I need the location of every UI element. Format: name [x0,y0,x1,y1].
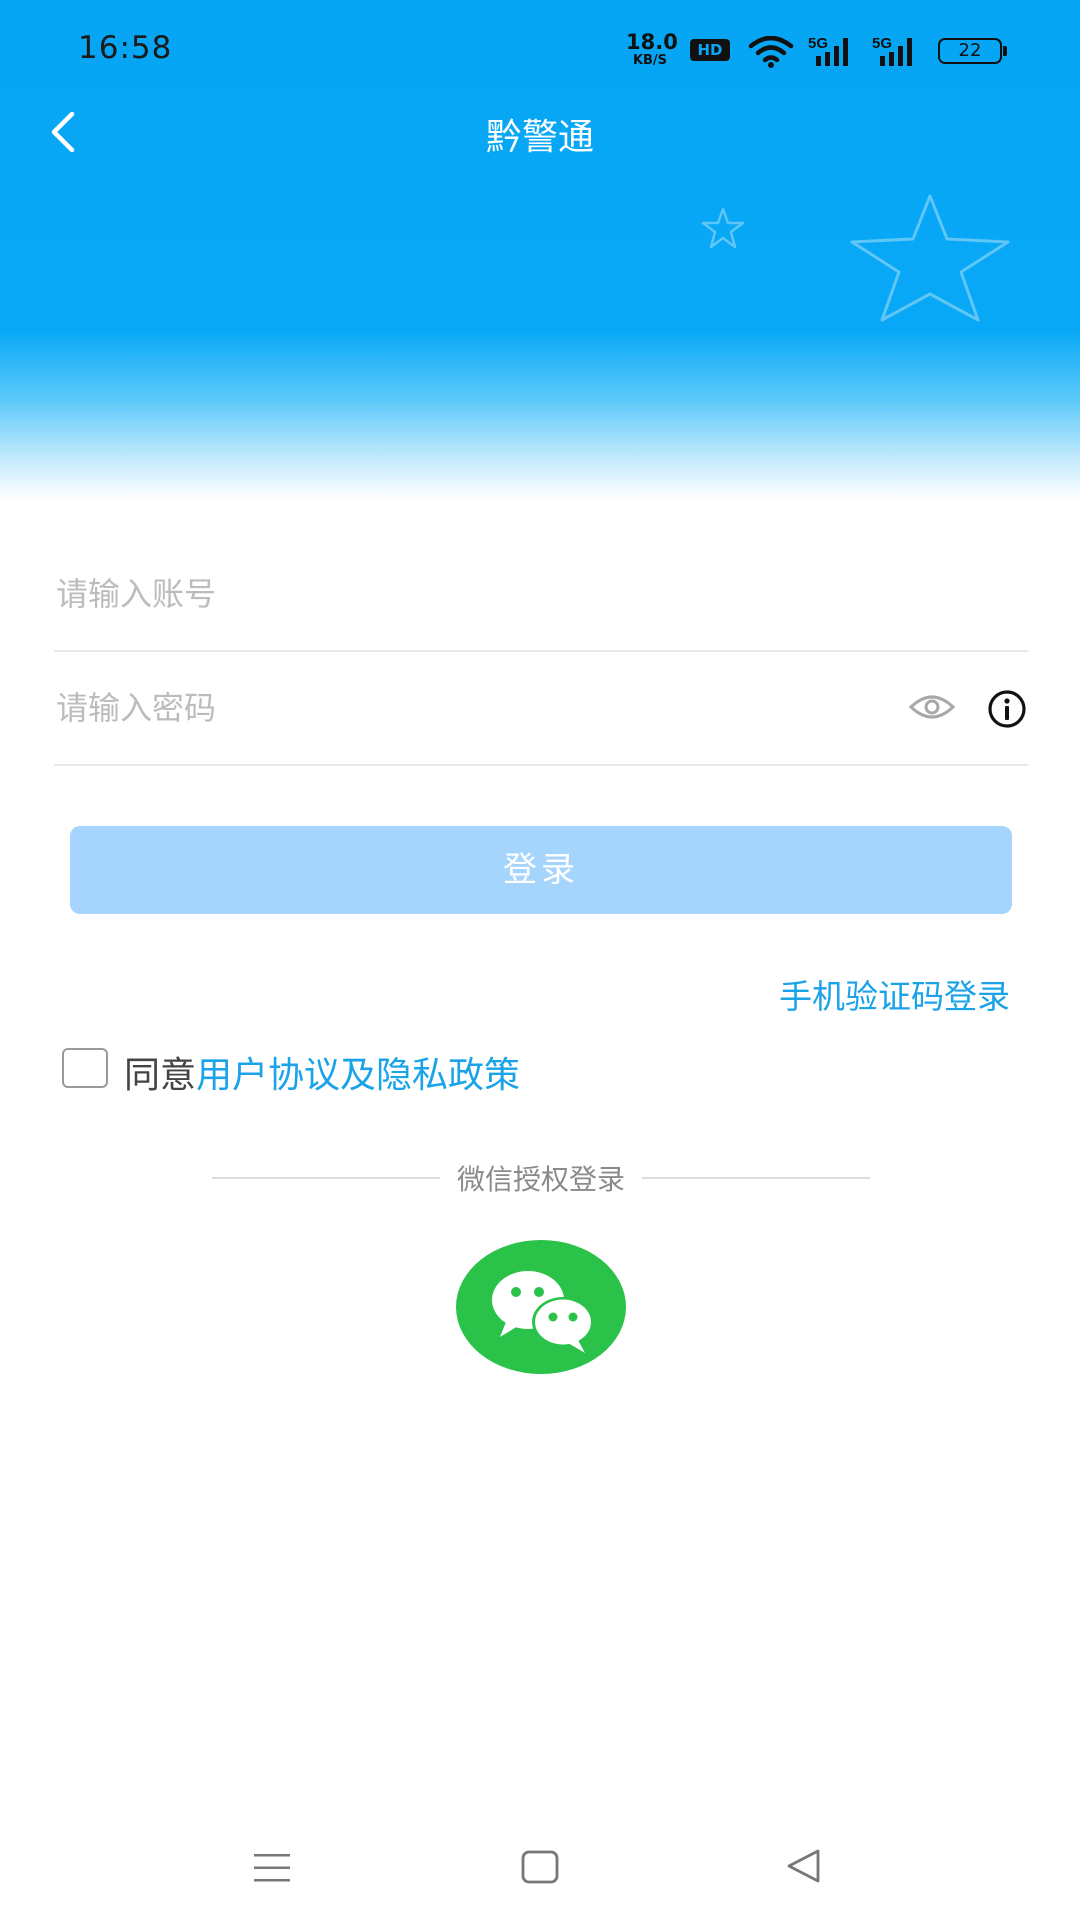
info-icon[interactable] [986,688,1028,730]
wifi-icon [748,36,794,68]
account-input[interactable] [56,538,856,650]
menu-icon[interactable] [252,1850,292,1886]
wechat-icon [492,1271,594,1353]
wechat-login-button[interactable] [456,1240,626,1374]
battery-icon: 22 [938,38,1002,64]
battery-tip [1003,46,1007,56]
network-speed-unit: KB/S [632,53,668,68]
cellular-signal-icon: 5G [872,35,912,66]
status-time: 16:58 [78,30,173,66]
divider-left [212,1177,440,1179]
login-screen: 16:58 18.0 KB/S HD 5G 5G 22 黔警通 请输入账号 登录… [0,0,1080,1920]
back-triangle-icon[interactable] [784,1846,824,1886]
network-speed-value: 18.0 [626,30,678,54]
signal-1-label: 5G [808,35,828,52]
password-field [54,652,1028,766]
home-icon[interactable] [520,1848,560,1886]
agreement-checkbox[interactable] [62,1048,108,1088]
wechat-login-label: 微信授权登录 [456,1163,625,1196]
network-speed: 18.0 KB/S [626,30,678,68]
agreement-text: 同意用户协议及隐私政策 [124,1046,520,1098]
cellular-signal-icon: 5G [808,35,848,66]
divider-right [642,1177,870,1179]
eye-icon[interactable] [908,690,956,724]
agreement-prefix: 同意 [124,1055,197,1096]
status-icons: 18.0 KB/S HD 5G 5G 22 [626,30,1007,68]
signal-2-label: 5G [872,35,892,52]
login-button[interactable]: 登录 [70,826,1012,914]
sms-login-link[interactable]: 手机验证码登录 [779,970,1010,1018]
agreement-row: 同意用户协议及隐私政策 [60,1048,760,1096]
page-title: 黔警通 [485,117,594,158]
star-decoration-icon [701,207,745,249]
star-decoration-icon [850,194,1010,322]
status-bar: 16:58 18.0 KB/S HD 5G 5G 22 [0,0,1080,100]
hd-badge: HD [690,39,730,61]
privacy-policy-link[interactable]: 用户协议及隐私政策 [196,1055,520,1096]
password-input[interactable] [56,652,856,764]
account-field [54,538,1028,652]
